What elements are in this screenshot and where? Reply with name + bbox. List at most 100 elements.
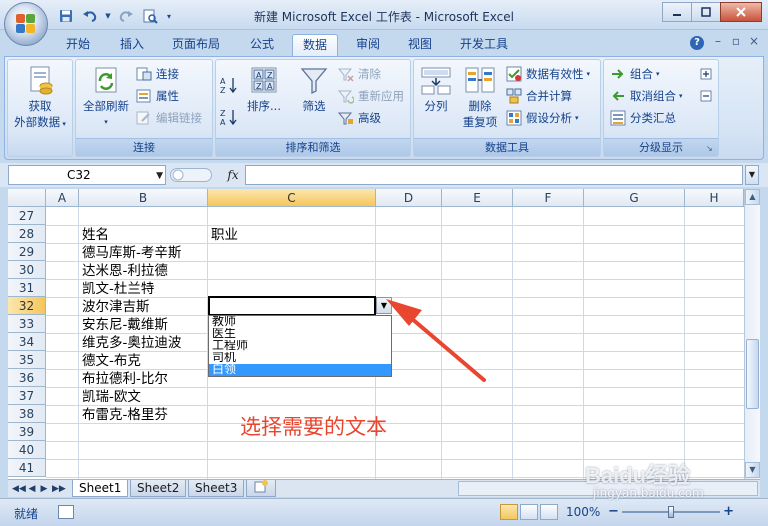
get-external-data-button[interactable]: 获取 外部数据 ▾ [10,64,70,132]
spreadsheet-grid: A B C D E F G H 27 28 29 30 31 32 33 34 … [8,189,744,479]
vertical-scroll-thumb[interactable] [746,339,759,409]
page-break-view-icon[interactable] [540,504,558,520]
tab-insert[interactable]: 插入 [110,34,154,56]
data-validation-button[interactable]: 数据有效性 ▾ [506,64,590,84]
what-if-analysis-button[interactable]: 假设分析 ▾ [506,108,579,128]
ribbon-close-icon[interactable]: × [746,34,762,50]
refresh-all-button[interactable]: 全部刷新 ▾ [78,64,134,130]
refresh-all-label: 全部刷新 [83,99,129,113]
insert-sheet-button[interactable] [246,480,276,497]
properties-button[interactable]: 属性 [136,86,179,106]
advanced-label: 高级 [358,111,381,125]
sheet-tab-3[interactable]: Sheet3 [188,480,245,497]
text-to-columns-button[interactable]: 分列 [416,64,456,114]
close-button[interactable] [720,2,762,22]
status-bar: 就绪 100% − + [0,498,768,526]
insert-function-button[interactable]: fx [224,165,242,185]
office-button[interactable] [4,2,48,46]
get-external-data-label-2: 外部数据 [14,115,61,129]
tab-view[interactable]: 视图 [398,34,442,56]
svg-text:Z: Z [256,82,262,91]
name-box[interactable]: C32 ▼ [8,165,166,185]
remove-duplicates-button[interactable]: 删除 重复项 [458,64,502,130]
chevron-down-icon: ▾ [60,120,66,128]
ungroup-button[interactable]: 取消组合 ▾ [610,86,683,106]
connections-button[interactable]: 连接 [136,64,179,84]
next-sheet-icon[interactable]: ▶ [38,483,50,495]
consolidate-button[interactable]: 合并计算 [506,86,572,106]
properties-label: 属性 [156,89,179,103]
zoom-out-icon[interactable]: − [608,504,619,519]
tab-review[interactable]: 审阅 [346,34,390,56]
tab-home[interactable]: 开始 [56,34,100,56]
last-sheet-icon[interactable]: ▶▶ [52,483,66,495]
maximize-button[interactable] [691,2,721,22]
tab-data[interactable]: 数据 [292,34,339,56]
hide-detail-icon [698,88,714,104]
formula-input[interactable] [245,165,743,185]
sort-descending-icon: ZA [220,108,238,127]
expand-formula-bar-icon[interactable]: ▼ [745,165,759,185]
svg-text:A: A [220,77,226,86]
svg-text:Z: Z [267,71,273,80]
reapply-button[interactable]: 重新应用 [337,86,404,106]
tab-page-layout[interactable]: 页面布局 [162,34,230,56]
tab-developer[interactable]: 开发工具 [450,34,518,56]
chevron-down-icon: ▾ [586,70,591,78]
help-icon[interactable]: ? [690,36,704,50]
chevron-down-icon[interactable]: ▼ [156,167,163,185]
connections-group-label: 连接 [76,138,212,156]
clear-label: 清除 [358,67,381,81]
show-detail-button[interactable] [698,64,718,84]
get-external-data-label-1: 获取 [28,99,52,113]
subtotal-button[interactable]: 分类汇总 [610,108,676,128]
clear-button[interactable]: 清除 [337,64,381,84]
sort-label: 排序... [247,99,281,113]
ribbon-window-controls: ? – ▫ × [690,34,762,50]
sheet-tab-2[interactable]: Sheet2 [130,480,187,497]
sort-button[interactable]: AZZA 排序... [242,64,286,114]
sort-descending-button[interactable]: ZA [220,106,242,127]
sort-ascending-icon: AZ [220,76,238,95]
normal-view-icon[interactable] [500,504,518,520]
dialog-launcher-icon[interactable]: ↘ [706,144,715,153]
reapply-label: 重新应用 [358,89,404,103]
what-if-analysis-icon [506,110,522,126]
edit-links-button[interactable]: 编辑链接 [136,108,202,128]
clear-filter-icon [337,66,354,82]
group-button[interactable]: 组合 ▾ [610,64,660,84]
zoom-in-icon[interactable]: + [723,504,734,519]
sort-ascending-button[interactable]: AZ [220,74,242,95]
zoom-slider[interactable]: − + [606,504,736,519]
reapply-icon [337,88,355,104]
edit-links-icon [136,110,152,126]
group-data-tools: 分列 删除 重复项 数据有效性 ▾ 合并计算 假设分析 ▾ 数据工具 [413,59,601,157]
external-data-icon [24,64,56,96]
horizontal-scrollbar[interactable] [458,481,758,496]
ribbon-restore-icon[interactable]: ▫ [728,34,744,50]
page-layout-view-icon[interactable] [520,504,538,520]
macro-record-icon[interactable] [58,505,74,519]
sort-filter-group-label: 排序和筛选 [216,138,410,156]
office-logo-icon [16,14,36,34]
zoom-thumb[interactable] [668,506,674,518]
insert-sheet-icon [254,480,268,493]
tab-formulas[interactable]: 公式 [240,34,284,56]
zoom-level[interactable]: 100% [566,505,600,519]
prev-sheet-icon[interactable]: ◀ [26,483,38,495]
group-connections: 全部刷新 ▾ 连接 属性 编辑链接 连接 [75,59,213,157]
advanced-button[interactable]: 高级 [337,108,381,128]
minimize-button[interactable] [662,2,692,22]
scroll-down-icon[interactable]: ▼ [745,462,760,478]
vertical-scrollbar[interactable]: ▲ ▼ [744,189,760,479]
data-validation-icon [506,66,522,82]
scroll-up-icon[interactable]: ▲ [745,189,760,205]
hide-detail-button[interactable] [698,86,718,106]
ribbon-minimize-icon[interactable]: – [710,34,726,50]
refresh-icon [90,64,122,96]
svg-text:Z: Z [220,86,226,94]
chevron-down-icon: ▾ [679,92,683,100]
filter-button[interactable]: 筛选 [294,64,334,114]
sheet-tab-1[interactable]: Sheet1 [72,480,129,497]
first-sheet-icon[interactable]: ◀◀ [12,483,26,495]
